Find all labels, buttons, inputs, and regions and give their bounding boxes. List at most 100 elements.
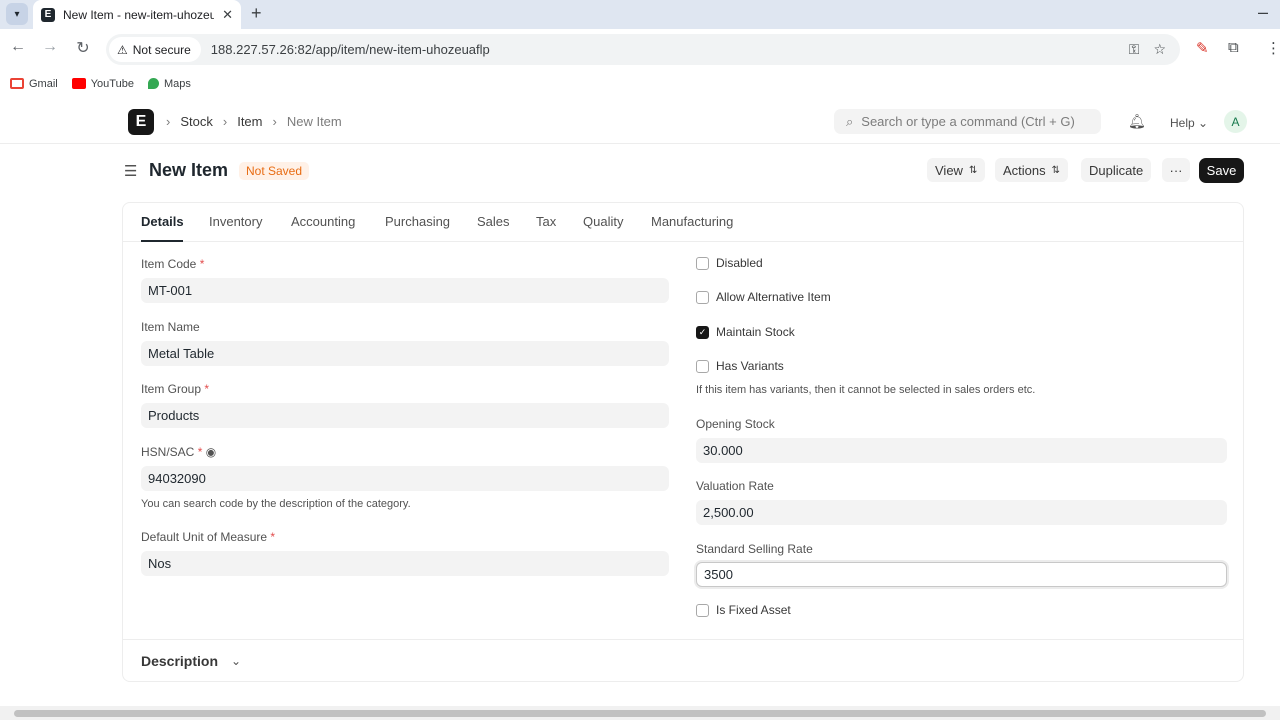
back-icon[interactable]: ← [8,38,28,56]
maintain-stock-checkbox[interactable]: ✓ Maintain Stock [696,325,795,339]
help-label: Help [1170,116,1195,130]
browser-toolbar: ← → ↻ ⚠ Not secure 188.227.57.26:82/app/… [0,29,1280,70]
updown-icon: ⇅ [1051,164,1061,176]
form-card: Details Inventory Accounting Purchasing … [122,202,1244,682]
bookmark-label: Gmail [29,77,58,90]
uom-field[interactable]: Nos [141,551,669,576]
tab-inventory[interactable]: Inventory [209,214,262,229]
status-badge: Not Saved [239,162,310,180]
actions-label: Actions [1003,162,1046,178]
disabled-checkbox[interactable]: Disabled [696,256,763,270]
search-icon: ⌕ [846,113,854,129]
search-placeholder: Search or type a command (Ctrl + G) [861,114,1075,129]
checkmark-icon[interactable]: ✓ [696,325,709,339]
view-button[interactable]: View ⇅ [927,158,986,182]
tab-purchasing[interactable]: Purchasing [385,214,450,229]
avatar[interactable]: A [1224,110,1247,133]
has-variants-checkbox[interactable]: Has Variants [696,359,784,373]
breadcrumb-stock[interactable]: Stock [180,114,213,129]
breadcrumb-new-item: New Item [286,114,342,129]
description-section[interactable]: Description ⌄ [123,639,1243,683]
breadcrumb-item[interactable]: Item [237,114,262,129]
chevron-down-icon: ⌄ [1198,116,1209,130]
awesome-search-input[interactable]: ⌕ Search or type a command (Ctrl + G) [834,109,1101,134]
bookmark-maps[interactable]: Maps [147,78,191,90]
tab-tax[interactable]: Tax [536,214,556,229]
tab-title: New Item - new-item-uhozeuaflp [63,7,215,22]
url-text[interactable]: 188.227.57.26:82/app/item/new-item-uhoze… [211,42,1129,57]
bookmark-label: YouTube [90,77,134,90]
tab-accounting[interactable]: Accounting [291,214,355,229]
maps-icon [147,78,159,89]
checkbox[interactable] [696,603,709,617]
item-code-label: Item Code * [141,257,205,271]
globe-icon: ◉ [205,445,217,459]
standard-selling-rate-field[interactable]: 3500 [696,562,1227,587]
bookmark-youtube[interactable]: YouTube [71,77,134,90]
is-fixed-asset-checkbox[interactable]: Is Fixed Asset [696,603,791,617]
bookmark-gmail[interactable]: Gmail [10,78,58,90]
actions-button[interactable]: Actions ⇅ [995,158,1069,182]
notification-bell-icon[interactable]: 🔔︎ [1128,113,1146,130]
minimize-icon[interactable]: – [1258,2,1268,23]
description-section-title: Description [141,653,219,669]
pen-extension-icon[interactable]: ✎ [1196,39,1209,57]
view-label: View [935,162,963,178]
reload-icon[interactable]: ↻ [73,38,93,58]
chevron-down-icon[interactable]: ⌄ [231,654,241,668]
tab-quality[interactable]: Quality [583,214,623,229]
duplicate-label: Duplicate [1089,162,1144,178]
checkbox[interactable] [696,359,709,373]
duplicate-button[interactable]: Duplicate [1081,158,1152,182]
browser-tabstrip: ▾ E New Item - new-item-uhozeuaflp ✕ + – [0,0,1280,29]
item-group-label: Item Group * [141,382,210,396]
breadcrumb: › Stock › Item › New Item [166,114,342,129]
bookmarks-bar: Gmail YouTube Maps [0,70,1280,97]
maintain-stock-label: Maintain Stock [716,325,795,339]
item-group-field[interactable]: Products [141,403,669,428]
form-tabs: Details Inventory Accounting Purchasing … [123,203,1243,242]
save-button[interactable]: Save [1199,158,1244,183]
forward-icon[interactable]: → [40,38,60,56]
tab-manufacturing[interactable]: Manufacturing [651,214,733,229]
item-name-label: Item Name [141,320,200,334]
chevron-right-icon: › [166,114,171,129]
allow-alternative-checkbox[interactable]: Allow Alternative Item [696,290,831,304]
new-tab-icon[interactable]: + [251,3,262,24]
has-variants-label: Has Variants [716,359,784,373]
close-tab-icon[interactable]: ✕ [222,7,233,23]
app-logo[interactable]: E [128,109,154,135]
key-icon[interactable]: ⚿ [1129,41,1140,58]
hsn-field[interactable]: 94032090 [141,466,669,491]
help-dropdown[interactable]: Help ⌄ [1170,116,1208,130]
gmail-icon [10,78,24,89]
checkbox[interactable] [696,290,709,304]
active-tab-indicator [141,240,183,242]
chevron-right-icon: › [222,114,228,129]
opening-stock-field[interactable]: 30.000 [696,438,1227,463]
bookmark-star-icon[interactable]: ☆ [1153,41,1166,58]
item-name-field[interactable]: Metal Table [141,341,669,366]
checkbox[interactable] [696,256,709,270]
browser-tab[interactable]: E New Item - new-item-uhozeuaflp ✕ [33,0,241,29]
horizontal-scrollbar[interactable] [0,706,1280,720]
disabled-label: Disabled [716,256,763,270]
more-options-button[interactable]: ··· [1162,158,1190,182]
standard-selling-rate-label: Standard Selling Rate [696,542,813,556]
uom-label: Default Unit of Measure * [141,530,276,544]
scrollbar-thumb[interactable] [14,710,1266,717]
tab-sales[interactable]: Sales [477,214,510,229]
sidebar-toggle-icon[interactable]: ☰ [124,162,137,180]
hsn-label: HSN/SAC * ◉ [141,445,217,459]
browser-menu-icon[interactable]: ⋮ [1266,39,1280,57]
extensions-icon[interactable]: ⧉ [1228,39,1239,56]
tab-details[interactable]: Details [141,214,184,229]
chevron-right-icon: › [272,114,277,129]
item-code-field[interactable]: MT-001 [141,278,669,303]
tab-search-icon[interactable]: ▾ [6,3,28,25]
page-title: New Item [149,160,229,180]
security-chip[interactable]: ⚠ Not secure [109,37,201,62]
valuation-rate-field[interactable]: 2,500.00 [696,500,1227,525]
youtube-icon [71,78,86,89]
address-bar[interactable]: ⚠ Not secure 188.227.57.26:82/app/item/n… [106,34,1180,65]
